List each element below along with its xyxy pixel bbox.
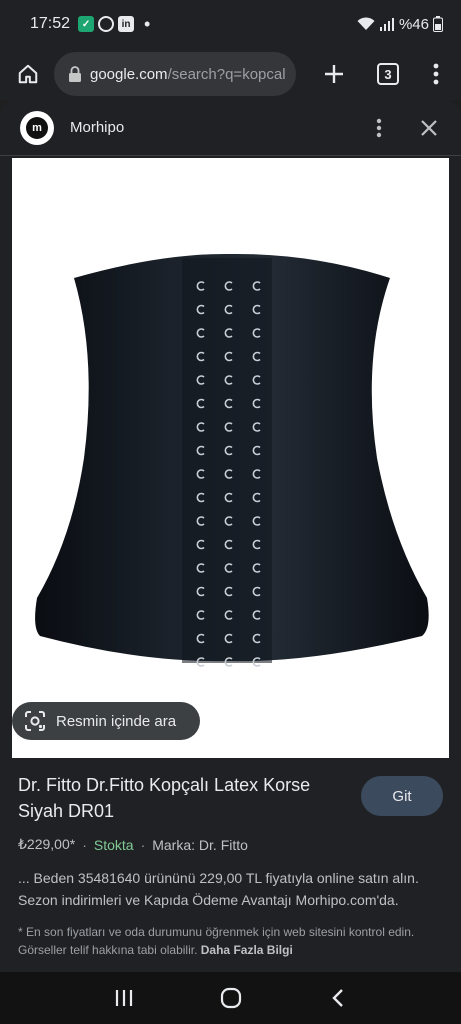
back-button[interactable]: [318, 978, 358, 1018]
product-price: ₺229,00*: [18, 836, 76, 852]
search-in-image-label: Resmin içinde ara: [56, 712, 177, 730]
tabs-button[interactable]: 3: [364, 50, 412, 98]
battery-percent: %46: [398, 15, 429, 33]
recents-button[interactable]: [104, 978, 144, 1018]
status-time: 17:52: [30, 15, 71, 32]
status-bar: 17:52 ✓ in • %46: [0, 0, 461, 48]
visit-button[interactable]: Git: [361, 776, 443, 816]
home-nav-button[interactable]: [211, 978, 251, 1018]
signal-icon: [379, 18, 394, 31]
home-button[interactable]: [2, 48, 54, 100]
separator-dot: ·: [82, 836, 87, 853]
more-notifications-icon: •: [144, 14, 151, 34]
sheet-header: m Morhipo: [0, 100, 461, 156]
product-description: ... Beden 35481640 ürününü 229,00 TL fiy…: [18, 870, 419, 908]
battery-icon: [433, 16, 443, 32]
tabs-icon: 3: [377, 63, 399, 85]
wifi-icon: [357, 17, 375, 30]
linkedin-icon: in: [118, 16, 135, 32]
recents-icon: [115, 990, 132, 1006]
status-right: %46: [357, 16, 443, 33]
learn-more-link[interactable]: Daha Fazla Bilgi: [201, 943, 293, 957]
sheet-actions: [367, 116, 441, 140]
lens-icon: [25, 711, 45, 731]
browser-toolbar: google.com/search?q=kopcal 3: [0, 48, 461, 100]
more-vert-icon: [433, 63, 439, 85]
site-logo: m: [20, 110, 54, 145]
image-result-sheet: m Morhipo Resmin içinde ara Dr. Fitto Dr…: [0, 100, 461, 972]
new-tab-button[interactable]: [310, 50, 358, 98]
product-image[interactable]: [12, 158, 449, 758]
title-row: Dr. Fitto Dr.Fitto Kopçalı Latex Korse S…: [18, 772, 443, 824]
system-nav-bar: [0, 972, 461, 1024]
home-circle-icon: [220, 987, 241, 1009]
disclaimer-note: * En son fiyatları ve oda durumunu öğren…: [18, 923, 443, 957]
product-title[interactable]: Dr. Fitto Dr.Fitto Kopçalı Latex Korse S…: [18, 772, 318, 824]
site-name[interactable]: Morhipo: [70, 119, 124, 136]
url-host: google.com: [90, 65, 168, 83]
sheet-close-button[interactable]: [417, 116, 441, 140]
product-meta: ₺229,00* · Stokta · Marka: Dr. Fitto: [18, 836, 443, 853]
plus-icon: [325, 65, 343, 83]
url-path: /search?q=kopcal: [167, 65, 286, 83]
browser-menu-button[interactable]: [412, 50, 460, 98]
search-in-image-button[interactable]: Resmin içinde ara: [12, 702, 200, 740]
close-icon: [421, 119, 437, 136]
site-logo-letter: m: [26, 116, 48, 139]
back-icon: [331, 989, 343, 1007]
lock-icon: [69, 66, 81, 82]
home-icon: [18, 64, 38, 84]
separator-dot: ·: [140, 836, 146, 853]
omnibox[interactable]: google.com/search?q=kopcal: [54, 52, 296, 96]
more-vert-icon: [376, 118, 382, 137]
shield-app-icon: ✓: [78, 16, 95, 32]
sheet-more-button[interactable]: [367, 116, 391, 140]
corset-image: [35, 253, 429, 667]
product-brand: Marka: Dr. Fitto: [152, 836, 248, 853]
whatsapp-icon: [98, 16, 115, 32]
product-details: Dr. Fitto Dr.Fitto Kopçalı Latex Korse S…: [0, 772, 461, 957]
stock-status: Stokta: [93, 836, 134, 853]
